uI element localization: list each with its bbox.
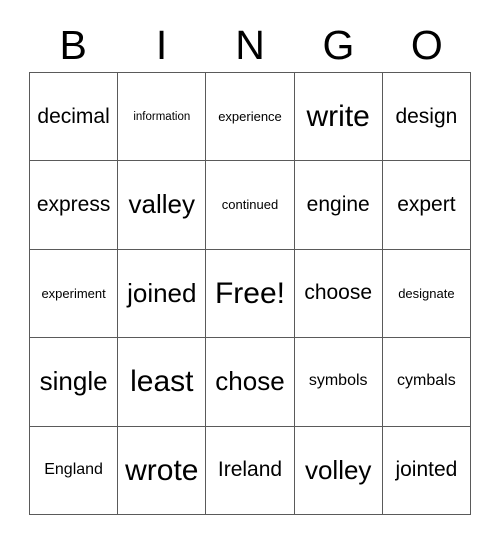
bingo-cell-label: Ireland: [217, 458, 283, 482]
bingo-cell[interactable]: continued: [206, 161, 295, 250]
bingo-cell-label: cymbals: [397, 372, 456, 390]
bingo-cell[interactable]: choose: [294, 249, 383, 339]
bingo-cell[interactable]: least: [118, 338, 207, 427]
bingo-cell[interactable]: express: [30, 161, 119, 250]
bingo-header-letter-n: N: [235, 21, 265, 68]
bingo-cell-label: England: [44, 460, 103, 478]
bingo-cell[interactable]: experience: [206, 73, 295, 162]
bingo-cell[interactable]: joined: [118, 249, 207, 339]
bingo-cell-label: design: [395, 104, 458, 128]
bingo-header-letter-o: O: [410, 21, 443, 68]
bingo-cell[interactable]: decimal: [30, 73, 119, 162]
bingo-cell-label: least: [130, 365, 194, 399]
bingo-cell-label: designate: [398, 285, 455, 301]
bingo-card: BINGO decimal information experience write d…: [0, 0, 500, 544]
bingo-cell[interactable]: expert: [382, 161, 471, 250]
bingo-cell[interactable]: volley: [294, 426, 383, 515]
bingo-cell-label: jointed: [395, 458, 458, 482]
bingo-cell[interactable]: designate: [382, 249, 471, 339]
bingo-cell[interactable]: jointed: [382, 426, 471, 515]
bingo-cell[interactable]: information: [118, 73, 207, 162]
bingo-cell-label: wrote: [125, 453, 199, 487]
bingo-cell-label: single: [39, 366, 108, 397]
bingo-cell[interactable]: wrote: [118, 426, 207, 515]
bingo-header-letter-b: B: [59, 21, 87, 68]
bingo-cell[interactable]: Ireland: [206, 426, 295, 515]
bingo-cell[interactable]: chose: [206, 338, 295, 427]
bingo-cell[interactable]: engine: [294, 161, 383, 250]
bingo-cell-label: volley: [304, 454, 372, 485]
bingo-cell-label: choose: [304, 281, 373, 305]
bingo-cell[interactable]: single: [30, 338, 119, 427]
bingo-cell-label: continued: [221, 197, 279, 213]
bingo-cell-label: experience: [218, 108, 282, 124]
bingo-cell[interactable]: design: [382, 73, 471, 162]
bingo-cell[interactable]: experiment: [30, 249, 119, 339]
bingo-cell-label: experiment: [41, 285, 106, 301]
bingo-cell-label: expert: [397, 193, 456, 217]
bingo-cell-label: express: [36, 193, 111, 217]
bingo-cell-label: information: [133, 110, 191, 123]
bingo-cell[interactable]: write: [294, 73, 383, 162]
bingo-cell[interactable]: cymbals: [382, 338, 471, 427]
bingo-cell-label: decimal: [37, 104, 110, 128]
bingo-grid: decimal information experience write design e…: [29, 72, 471, 515]
bingo-cell-label: symbols: [308, 372, 368, 390]
bingo-cell[interactable]: symbols: [294, 338, 383, 427]
bingo-cell[interactable]: England: [30, 426, 119, 515]
bingo-free-space-label: Free!: [214, 276, 285, 310]
bingo-cell-label: valley: [128, 189, 196, 220]
bingo-cell-label: joined: [127, 277, 197, 308]
bingo-header-letter-i: I: [155, 21, 168, 68]
bingo-cell-label: chose: [215, 366, 285, 397]
bingo-header-letter-g: G: [322, 21, 355, 68]
bingo-header-row: BINGO: [29, 18, 471, 72]
bingo-free-space-cell[interactable]: Free!: [206, 249, 295, 339]
bingo-cell[interactable]: valley: [118, 161, 207, 250]
bingo-cell-label: engine: [306, 193, 370, 217]
bingo-cell-label: write: [306, 99, 370, 133]
